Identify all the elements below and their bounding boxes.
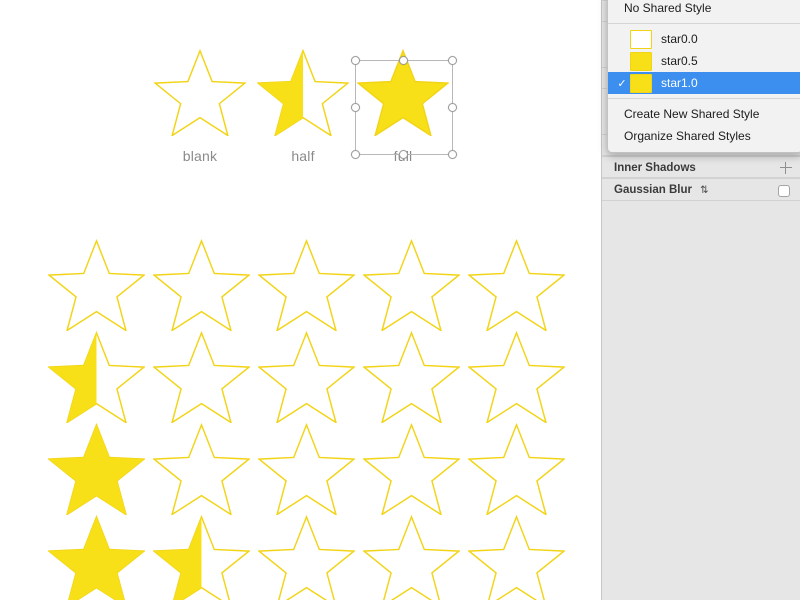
star-rating-grid[interactable] bbox=[48, 238, 573, 600]
star-shape-half[interactable] bbox=[48, 330, 145, 423]
star-rating-row[interactable] bbox=[48, 330, 573, 423]
star-legend: blank half full bbox=[150, 48, 470, 198]
star-shape-blank[interactable] bbox=[258, 422, 355, 515]
star-shape-blank[interactable] bbox=[468, 330, 565, 423]
star-shape-half[interactable] bbox=[153, 514, 250, 600]
menu-separator-top bbox=[608, 23, 800, 24]
menu-item-no-shared-style[interactable]: No Shared Style bbox=[608, 0, 800, 19]
star-shape-blank[interactable] bbox=[363, 514, 460, 600]
menu-item-star05[interactable]: ✓ star0.5 bbox=[608, 50, 800, 72]
star-shape-blank[interactable] bbox=[363, 238, 460, 331]
style-swatch-star00 bbox=[630, 29, 652, 49]
style-swatch-star05 bbox=[630, 51, 652, 71]
star-rating-row[interactable] bbox=[48, 422, 573, 515]
legend-label-blank: blank bbox=[182, 148, 218, 164]
menu-separator-bottom bbox=[608, 98, 800, 99]
star-shape-blank[interactable] bbox=[48, 238, 145, 331]
shared-style-dropdown-menu[interactable]: No Shared Style ✓ star0.0 ✓ star0.5 ✓ st… bbox=[607, 0, 800, 153]
star-shape-blank[interactable] bbox=[363, 330, 460, 423]
menu-item-create-label: Create New Shared Style bbox=[624, 107, 760, 121]
star-shape-half[interactable] bbox=[257, 48, 349, 136]
checkmark-icon-star10: ✓ bbox=[617, 77, 627, 90]
star-rating-row[interactable] bbox=[48, 238, 573, 331]
star-shape-blank[interactable] bbox=[468, 422, 565, 515]
legend-item-blank[interactable]: blank bbox=[150, 48, 250, 164]
menu-item-organize-shared-styles[interactable]: Organize Shared Styles bbox=[608, 125, 800, 147]
legend-item-half[interactable]: half bbox=[253, 48, 353, 164]
section-header-gaussian-blur[interactable]: Gaussian Blur ⇅ bbox=[602, 178, 800, 201]
star-shape-full[interactable] bbox=[48, 514, 145, 600]
star-rating-row[interactable] bbox=[48, 514, 573, 600]
style-swatch-star10 bbox=[630, 73, 652, 93]
star-shape-blank[interactable] bbox=[154, 48, 246, 136]
section-header-inner-shadows[interactable]: Inner Shadows bbox=[602, 156, 800, 178]
legend-item-full[interactable]: full bbox=[353, 48, 453, 164]
star-shape-blank[interactable] bbox=[258, 330, 355, 423]
checkmark-icon-star05: ✓ bbox=[614, 55, 630, 68]
legend-label-half: half bbox=[291, 148, 315, 164]
star-shape-blank[interactable] bbox=[468, 238, 565, 331]
add-inner-shadow-icon[interactable] bbox=[780, 162, 792, 174]
design-canvas[interactable]: blank half full bbox=[0, 0, 601, 600]
star-shape-blank[interactable] bbox=[363, 422, 460, 515]
star-shape-blank[interactable] bbox=[153, 422, 250, 515]
star-shape-blank[interactable] bbox=[258, 514, 355, 600]
menu-item-star10-label: star1.0 bbox=[661, 76, 698, 90]
updown-arrows-icon[interactable]: ⇅ bbox=[700, 179, 708, 202]
menu-item-star10[interactable]: ✓ star1.0 bbox=[608, 72, 800, 94]
sketch-window: blank half full Inner Shadows Gaussian B… bbox=[0, 0, 800, 600]
inspector-empty-area bbox=[602, 201, 800, 600]
star-shape-blank[interactable] bbox=[468, 514, 565, 600]
star-shape-blank[interactable] bbox=[153, 330, 250, 423]
menu-item-star00[interactable]: ✓ star0.0 bbox=[608, 28, 800, 50]
legend-label-full: full bbox=[393, 148, 413, 164]
gaussian-blur-checkbox[interactable] bbox=[778, 185, 790, 197]
menu-item-create-new-shared-style[interactable]: Create New Shared Style bbox=[608, 103, 800, 125]
star-shape-blank[interactable] bbox=[258, 238, 355, 331]
menu-item-star05-label: star0.5 bbox=[661, 54, 698, 68]
menu-item-organize-label: Organize Shared Styles bbox=[624, 129, 751, 143]
checkmark-icon-star00: ✓ bbox=[614, 33, 630, 46]
section-title-gaussian-blur: Gaussian Blur bbox=[614, 184, 692, 196]
menu-item-no-shared-style-label: No Shared Style bbox=[624, 1, 712, 15]
star-shape-full[interactable] bbox=[48, 422, 145, 515]
section-title-inner-shadows: Inner Shadows bbox=[614, 162, 696, 174]
menu-item-star00-label: star0.0 bbox=[661, 32, 698, 46]
star-shape-blank[interactable] bbox=[153, 238, 250, 331]
star-shape-full[interactable] bbox=[357, 48, 449, 136]
